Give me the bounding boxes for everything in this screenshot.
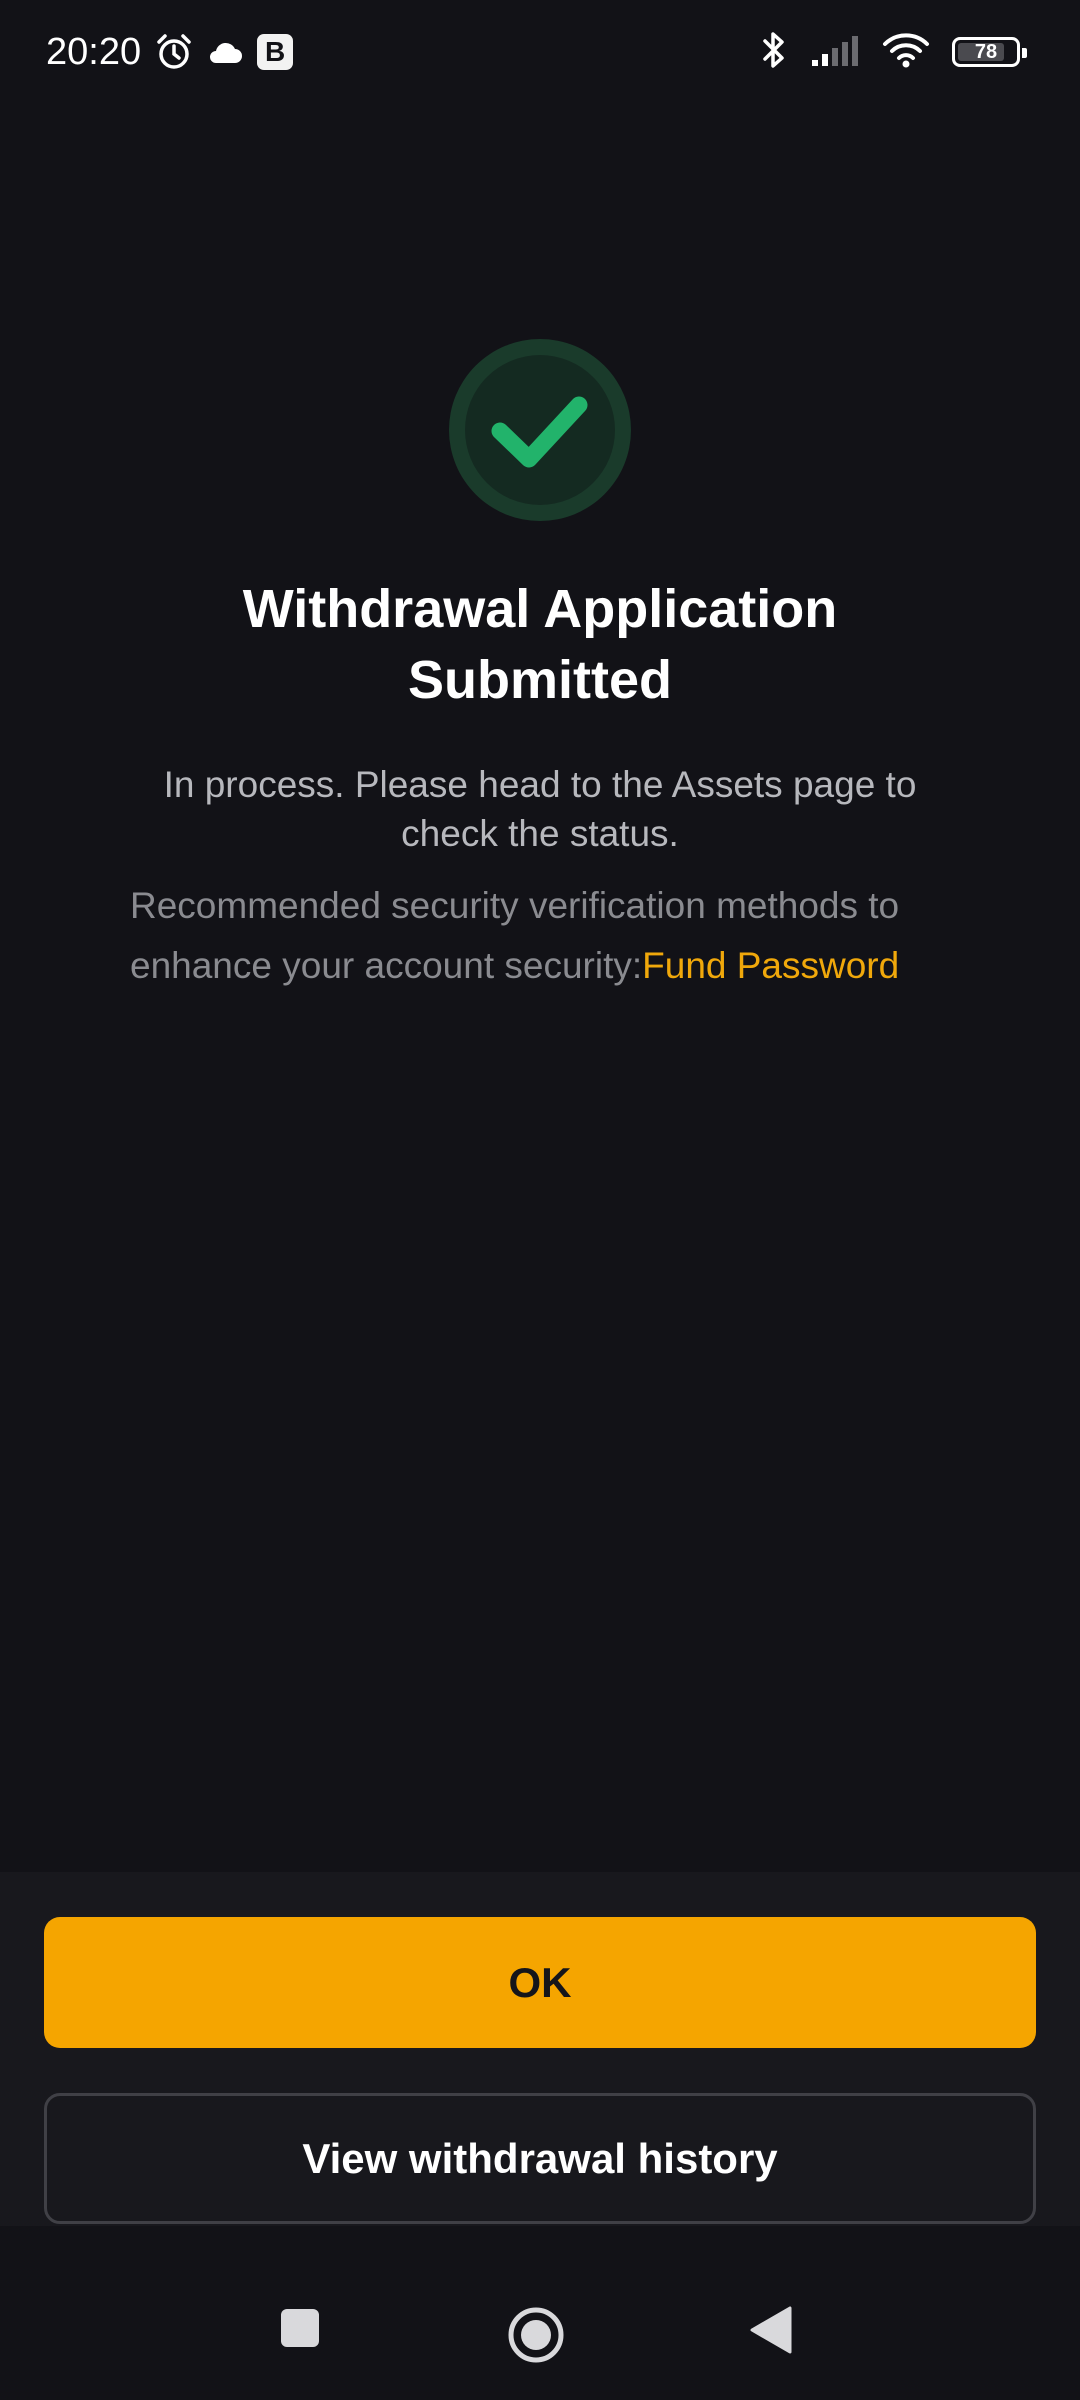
alarm-icon xyxy=(155,33,193,71)
status-bar: 20:20 B 78 xyxy=(0,0,1080,104)
signal-icon xyxy=(810,34,860,71)
fund-password-link[interactable]: Fund Password xyxy=(642,945,899,986)
page-title: Withdrawal Application Submitted xyxy=(242,579,838,710)
status-left: 20:20 B xyxy=(46,30,294,74)
battery-icon: 78 xyxy=(952,37,1027,67)
bluetooth-icon xyxy=(760,30,788,75)
ok-button[interactable]: OK xyxy=(44,1917,1036,2048)
recent-apps-icon[interactable] xyxy=(278,2306,322,2350)
back-icon[interactable] xyxy=(748,2306,792,2354)
clock: 20:20 xyxy=(46,30,142,73)
status-right: 78 xyxy=(760,28,1027,76)
check-circle-icon xyxy=(449,339,631,521)
b-app-icon: B xyxy=(257,34,294,70)
status-description: In process. Please head to the Assets pa… xyxy=(163,764,917,854)
battery-level: 78 xyxy=(974,40,998,63)
wifi-icon xyxy=(882,31,930,74)
security-recommendation: Recommended security verification method… xyxy=(130,876,970,996)
view-withdrawal-history-button[interactable]: View withdrawal history xyxy=(44,2093,1036,2224)
cloud-icon xyxy=(207,39,243,65)
home-icon[interactable] xyxy=(507,2306,565,2364)
